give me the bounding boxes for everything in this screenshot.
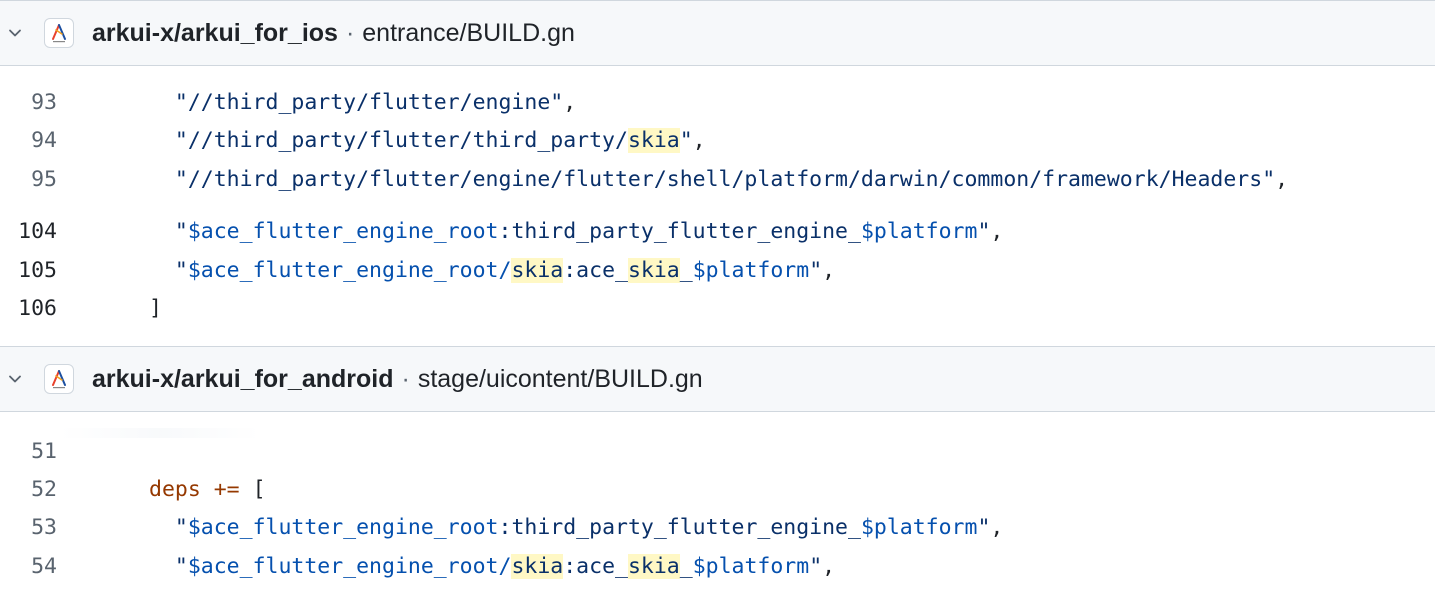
search-match: skia <box>511 257 564 283</box>
code-text: "$ace_flutter_engine_root/skia:ace_skia_… <box>149 257 836 283</box>
search-match: skia <box>511 553 564 579</box>
code-token: , <box>990 218 1004 244</box>
code-token: $platform <box>860 218 978 244</box>
repo-link[interactable]: arkui-x/arkui_for_android <box>92 365 393 394</box>
code-token: " <box>174 514 188 540</box>
code-line: 51 <box>0 432 1435 470</box>
code-line: 95 "//third_party/flutter/engine/flutter… <box>0 160 1435 198</box>
code-token: ] <box>149 295 162 321</box>
code-token: $platform <box>692 553 810 579</box>
code-token: , <box>1275 166 1289 192</box>
search-match: skia <box>627 127 680 153</box>
code-token: [ <box>239 476 266 502</box>
code-line: 53 "$ace_flutter_engine_root:third_party… <box>0 508 1435 546</box>
code-token: " <box>809 257 823 283</box>
code-line: 104 "$ace_flutter_engine_root:third_part… <box>0 212 1435 250</box>
code-line: 106 ] <box>0 289 1435 327</box>
code-token: " <box>977 514 991 540</box>
code-token: $ace_flutter_engine_root <box>187 218 499 244</box>
line-number[interactable]: 94 <box>0 128 57 153</box>
code-token: "//third_party/flutter/engine/flutter/sh… <box>174 166 1276 192</box>
line-number[interactable]: 95 <box>0 167 57 192</box>
code-token: :ace_ <box>563 257 628 283</box>
arkui-x-logo-icon[interactable] <box>44 364 74 394</box>
search-match: skia <box>627 553 680 579</box>
code-token: " <box>977 218 991 244</box>
line-number[interactable]: 105 <box>0 258 57 283</box>
code-text: deps += [ <box>149 477 266 502</box>
path-separator: · <box>345 18 355 47</box>
code-token: "//third_party/flutter/third_party/ <box>174 127 628 153</box>
code-token: , <box>822 257 836 283</box>
file-header-android: arkui-x/arkui_for_android · stage/uicont… <box>0 346 1435 412</box>
code-line: 93 "//third_party/flutter/engine", <box>0 83 1435 121</box>
code-token: $ace_flutter_engine_root/ <box>187 257 512 283</box>
line-number[interactable]: 104 <box>0 219 57 244</box>
code-token: _ <box>679 553 693 579</box>
code-line: 52 deps += [ <box>0 470 1435 508</box>
code-token: " <box>174 553 188 579</box>
code-token: :ace_ <box>563 553 628 579</box>
code-text: "//third_party/flutter/third_party/skia"… <box>149 127 706 153</box>
code-token: "//third_party/flutter/engine" <box>174 89 564 115</box>
code-token: , <box>692 127 706 153</box>
file-header-ios: arkui-x/arkui_for_ios · entrance/BUILD.g… <box>0 0 1435 66</box>
code-token: , <box>990 514 1004 540</box>
repo-link[interactable]: arkui-x/arkui_for_ios <box>92 19 338 48</box>
file-path-link[interactable]: entrance/BUILD.gn <box>362 19 575 48</box>
code-token: $platform <box>860 514 978 540</box>
code-token: $platform <box>692 257 810 283</box>
code-line: 94 "//third_party/flutter/third_party/sk… <box>0 121 1435 159</box>
line-number[interactable]: 51 <box>0 439 57 464</box>
line-number[interactable]: 54 <box>0 554 57 579</box>
line-number[interactable]: 53 <box>0 515 57 540</box>
chevron-down-icon[interactable] <box>6 24 24 42</box>
code-token: " <box>174 218 188 244</box>
code-token: :third_party_flutter_engine_ <box>498 218 861 244</box>
line-number[interactable]: 93 <box>0 90 57 115</box>
code-token: deps <box>149 476 201 502</box>
code-text: "//third_party/flutter/engine", <box>149 90 576 115</box>
path-separator: · <box>401 364 410 393</box>
file-path-link[interactable]: stage/uicontent/BUILD.gn <box>418 365 703 394</box>
code-text: "$ace_flutter_engine_root/skia:ace_skia_… <box>149 553 836 579</box>
code-token: :third_party_flutter_engine_ <box>498 514 861 540</box>
code-token: " <box>174 257 188 283</box>
code-text: "$ace_flutter_engine_root:third_party_fl… <box>149 219 1003 244</box>
code-token: , <box>822 553 836 579</box>
code-token: $ace_flutter_engine_root <box>187 514 499 540</box>
line-number[interactable]: 52 <box>0 477 57 502</box>
arkui-x-logo-icon[interactable] <box>44 18 74 48</box>
code-text: "$ace_flutter_engine_root:third_party_fl… <box>149 515 1003 540</box>
code-token: _ <box>679 257 693 283</box>
code-token: $ace_flutter_engine_root/ <box>187 553 512 579</box>
code-token: += <box>213 476 240 502</box>
code-line: 54 "$ace_flutter_engine_root/skia:ace_sk… <box>0 547 1435 585</box>
code-text: ] <box>149 296 162 321</box>
code-token: " <box>679 127 693 153</box>
code-text: "//third_party/flutter/engine/flutter/sh… <box>149 167 1288 192</box>
code-line: 105 "$ace_flutter_engine_root/skia:ace_s… <box>0 251 1435 289</box>
code-token: " <box>809 553 823 579</box>
code-token: , <box>563 89 577 115</box>
line-number[interactable]: 106 <box>0 296 57 321</box>
chevron-down-icon[interactable] <box>6 370 24 388</box>
search-match: skia <box>627 257 680 283</box>
